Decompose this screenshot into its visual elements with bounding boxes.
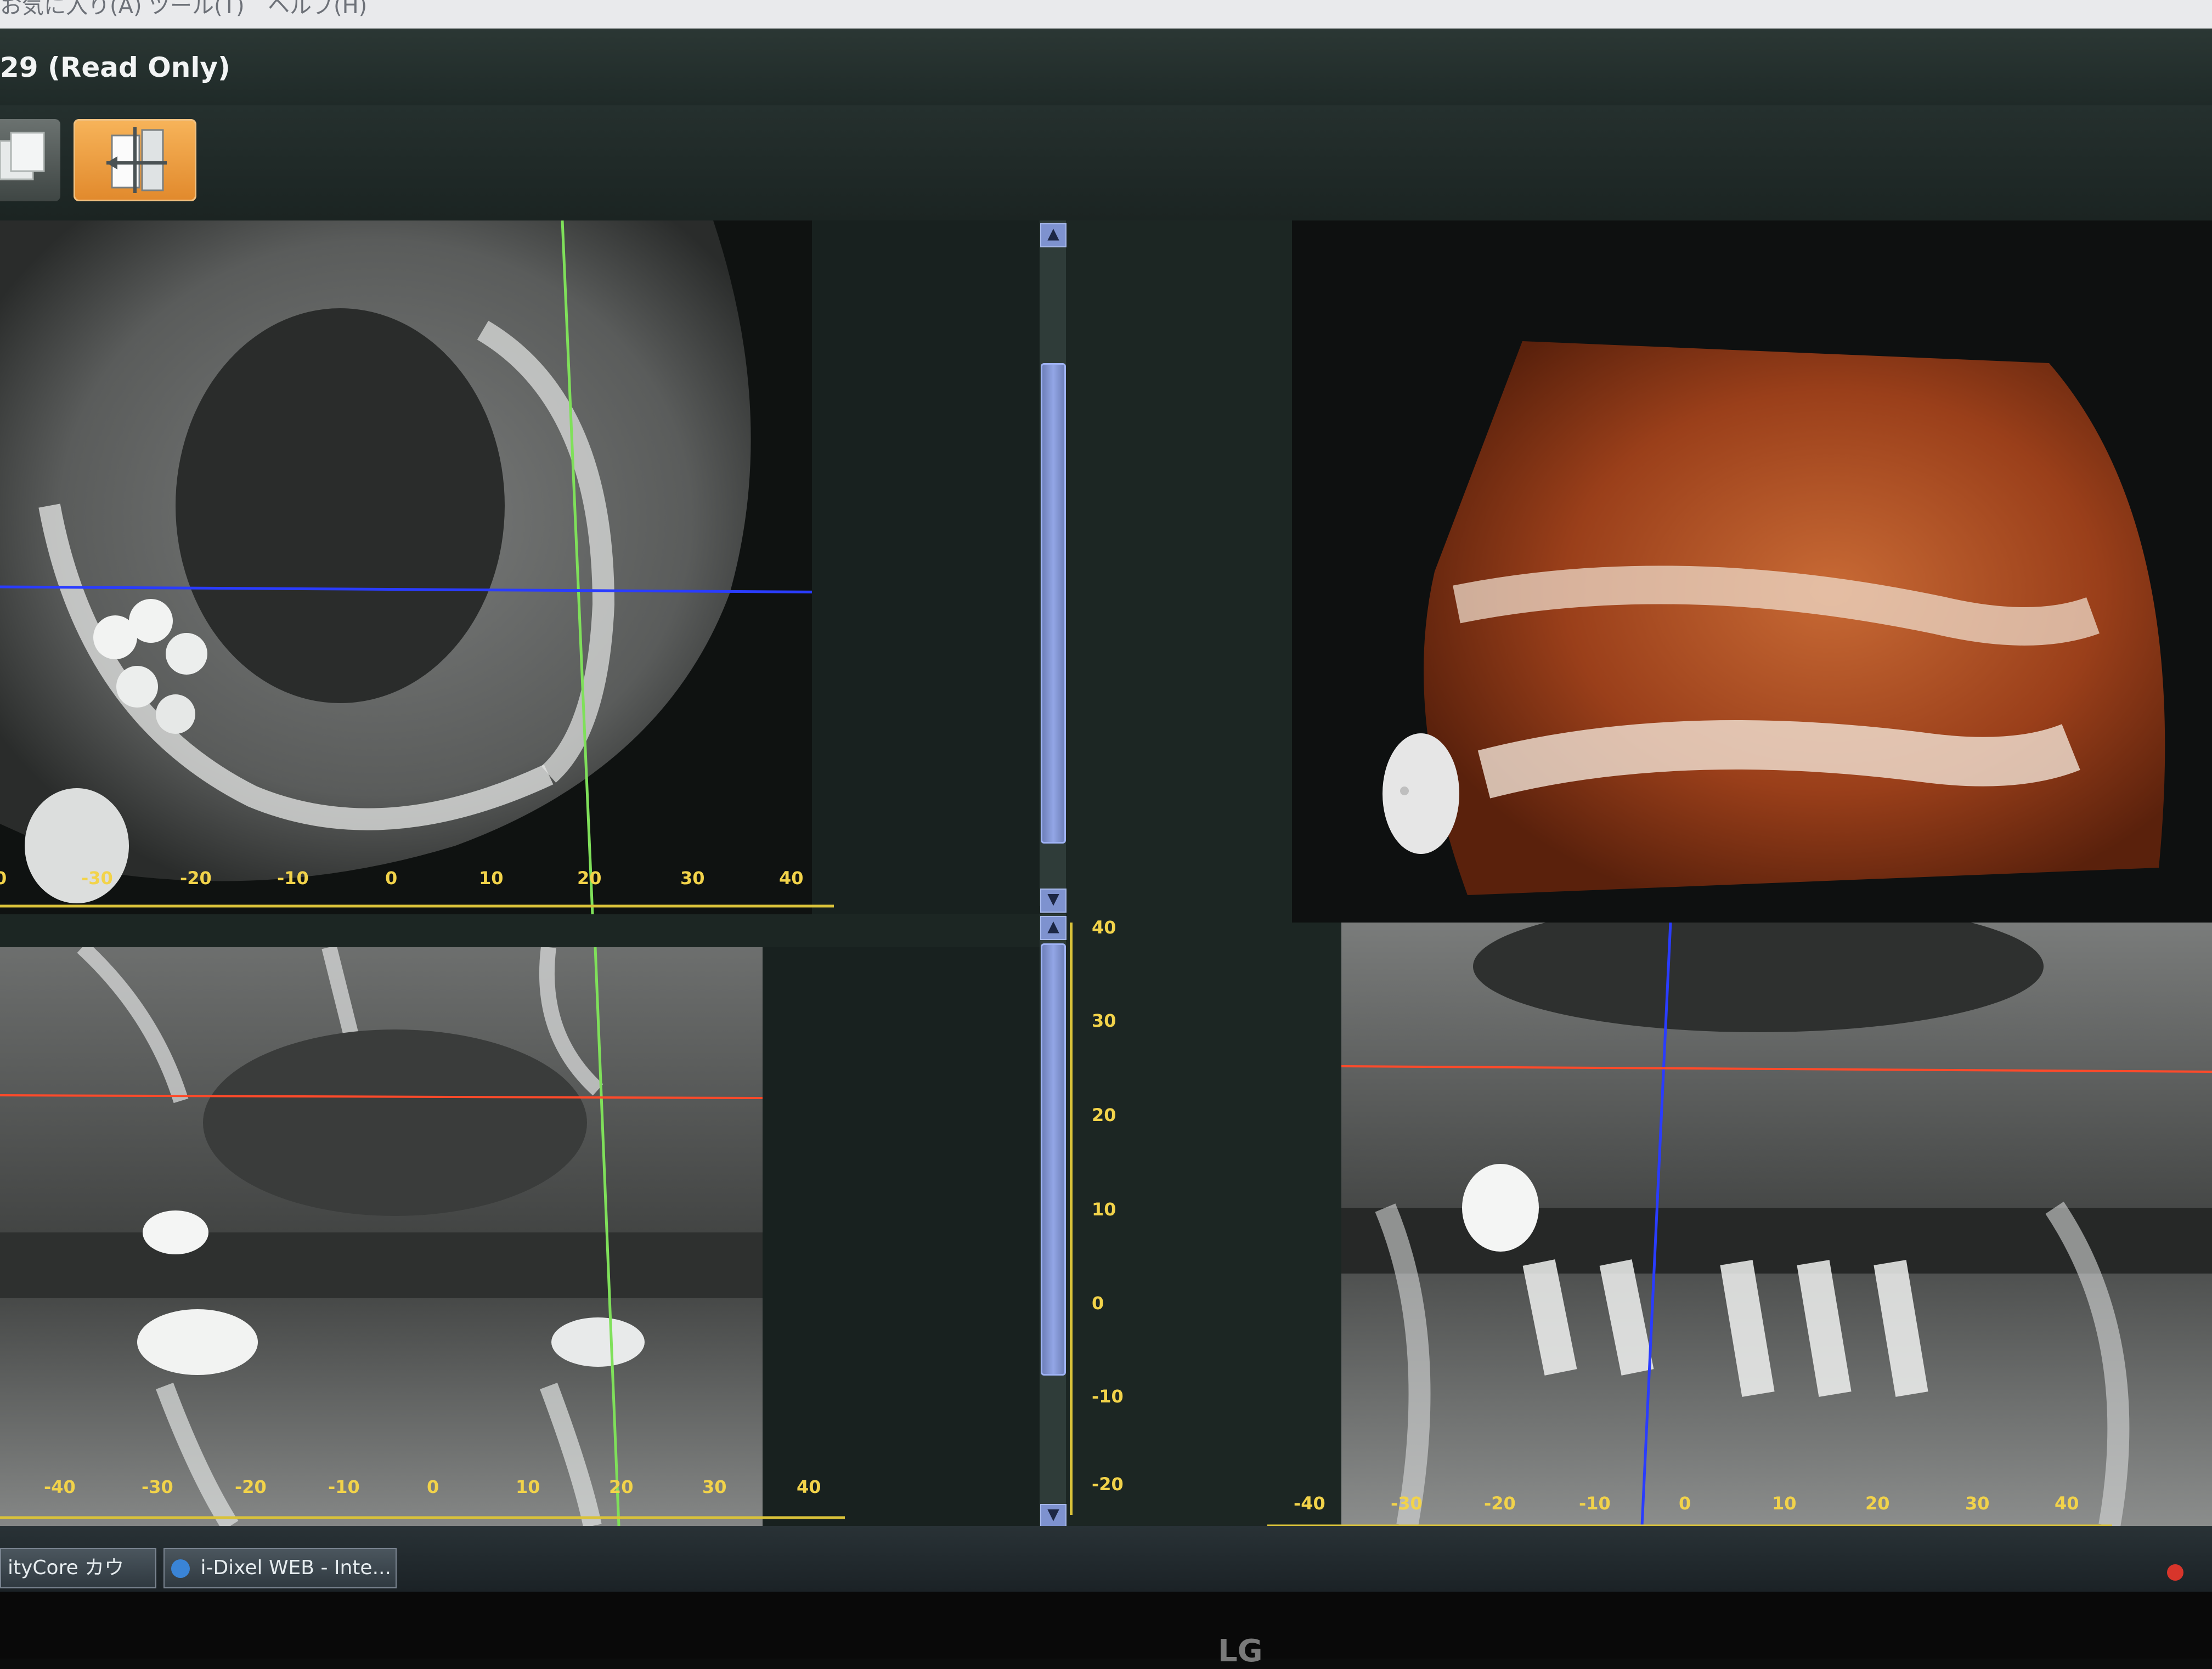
sagittal-image bbox=[1341, 923, 2212, 1526]
axial-tick-6: 20 bbox=[577, 868, 602, 889]
axial-tick-2: -20 bbox=[180, 868, 212, 889]
coronal-tick-3: -10 bbox=[328, 1476, 360, 1497]
browser-icon bbox=[171, 1559, 190, 1578]
window-title: 29 (Read Only) bbox=[0, 52, 230, 83]
taskbar-item-core[interactable]: ityCore カウン... bbox=[0, 1548, 156, 1617]
vruler-tick-4: 0 bbox=[1092, 1293, 1104, 1314]
coronal-tick-7: 30 bbox=[702, 1476, 727, 1497]
scroll-down-arrow-2[interactable]: ▼ bbox=[1040, 1504, 1066, 1528]
axial-tick-0: 0 bbox=[0, 868, 7, 889]
mpr-view-button[interactable] bbox=[74, 119, 196, 201]
axes-icon bbox=[106, 127, 167, 193]
menu-tools[interactable]: ツール(T) bbox=[148, 0, 245, 17]
scroll-thumb[interactable] bbox=[1041, 363, 1066, 844]
coronal-tick-8: 40 bbox=[797, 1476, 821, 1497]
layout-button[interactable] bbox=[0, 119, 60, 201]
tray-alert-icon[interactable] bbox=[2167, 1564, 2183, 1581]
stack-icon bbox=[0, 132, 45, 180]
menu-favorites[interactable]: お気に入り(A) bbox=[0, 0, 142, 17]
coronal-margin bbox=[763, 947, 1040, 1526]
taskbar-item-browser[interactable]: i-Dixel WEB - Inte... bbox=[163, 1548, 397, 1588]
scroll-thumb-2[interactable] bbox=[1041, 943, 1066, 1376]
sagittal-tick-5: 10 bbox=[1772, 1493, 1797, 1514]
taskbar-item-browser-label: i-Dixel WEB - Inte... bbox=[200, 1557, 391, 1579]
vruler-tick-6: -20 bbox=[1092, 1474, 1124, 1495]
coronal-tick-2: -20 bbox=[235, 1476, 267, 1497]
menu-help[interactable]: ヘルプ(H) bbox=[268, 0, 367, 17]
axial-tick-5: 10 bbox=[479, 868, 504, 889]
coronal-ruler bbox=[0, 1516, 845, 1519]
coronal-tick-4: 0 bbox=[427, 1476, 439, 1497]
coronal-tick-1: -30 bbox=[142, 1476, 173, 1497]
scroll-up-arrow-2[interactable]: ▲ bbox=[1040, 916, 1066, 940]
vruler-tick-1: 30 bbox=[1092, 1010, 1116, 1031]
monitor-logo: LG bbox=[1218, 1633, 1263, 1669]
vruler-tick-2: 20 bbox=[1092, 1105, 1116, 1125]
taskbar: ityCore カウン... i-Dixel WEB - Inte... bbox=[0, 1526, 2212, 1617]
vruler-tick-5: -10 bbox=[1092, 1386, 1124, 1407]
window-title-bar: 29 (Read Only) bbox=[0, 29, 2212, 105]
volume-render-image bbox=[1383, 341, 2165, 895]
monitor-bezel bbox=[0, 1592, 2212, 1659]
sagittal-tick-1: -30 bbox=[1391, 1493, 1423, 1514]
axial-ruler bbox=[0, 904, 834, 908]
axial-image bbox=[0, 220, 845, 914]
scroll-down-arrow[interactable]: ▼ bbox=[1040, 889, 1066, 913]
toolbar bbox=[0, 105, 2212, 226]
axial-tick-1: -30 bbox=[81, 868, 113, 889]
coronal-tick-5: 10 bbox=[516, 1476, 540, 1497]
axial-tick-7: 30 bbox=[680, 868, 705, 889]
sagittal-tick-4: 0 bbox=[1679, 1493, 1691, 1514]
coronal-image bbox=[0, 947, 763, 1526]
axial-margin bbox=[812, 220, 1042, 914]
scroll-up-arrow[interactable]: ▲ bbox=[1040, 223, 1066, 247]
sagittal-tick-8: 40 bbox=[2055, 1493, 2079, 1514]
sagittal-tick-3: -10 bbox=[1579, 1493, 1611, 1514]
vruler-tick-3: 10 bbox=[1092, 1199, 1116, 1220]
sagittal-view[interactable] bbox=[1341, 923, 2212, 1526]
coronal-view[interactable] bbox=[0, 947, 763, 1526]
sagittal-tick-6: 20 bbox=[1865, 1493, 1890, 1514]
coronal-tick-0: -40 bbox=[44, 1476, 76, 1497]
head-orientation-icon bbox=[1383, 733, 1459, 854]
axial-tick-3: -10 bbox=[277, 868, 309, 889]
axial-tick-8: 40 bbox=[779, 868, 804, 889]
vertical-ruler-line bbox=[1070, 923, 1073, 1515]
coronal-tick-6: 20 bbox=[609, 1476, 634, 1497]
axial-tick-4: 0 bbox=[385, 868, 398, 889]
menu-bar: お気に入り(A) ツール(T) ヘルプ(H) bbox=[0, 0, 2212, 29]
volume-render-view[interactable] bbox=[1292, 220, 2212, 923]
axial-view[interactable] bbox=[0, 220, 845, 914]
sagittal-tick-7: 30 bbox=[1965, 1493, 1990, 1514]
vruler-tick-0: 40 bbox=[1092, 917, 1116, 938]
sagittal-tick-0: -40 bbox=[1294, 1493, 1325, 1514]
sagittal-tick-2: -20 bbox=[1484, 1493, 1516, 1514]
viewer-area: 0 -30 -20 -10 0 10 20 30 40 ▲ ▼ ▲ ▼ 40 3… bbox=[0, 220, 2212, 1528]
